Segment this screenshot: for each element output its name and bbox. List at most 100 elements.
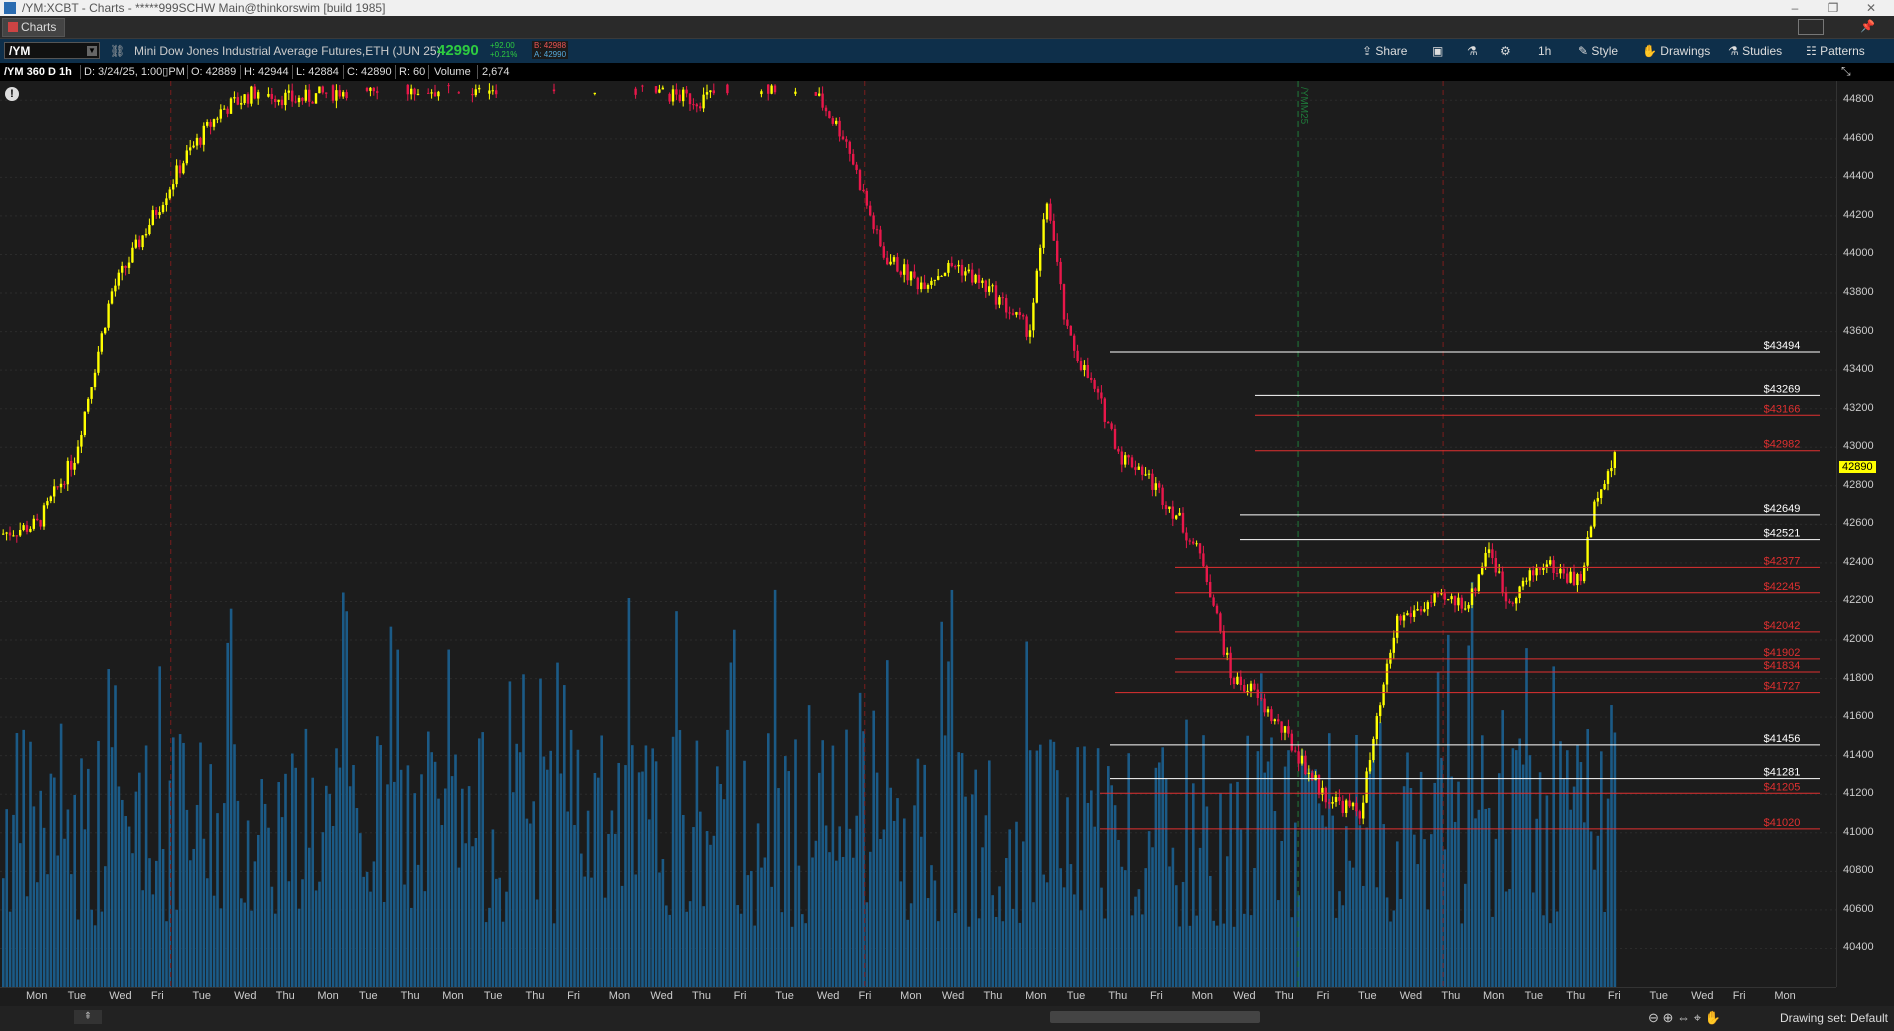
study-name[interactable]: /YM 360 D 1h xyxy=(4,63,72,81)
candle-body xyxy=(998,297,1001,305)
volume-bar xyxy=(491,829,495,987)
volume-bar xyxy=(148,858,151,987)
chart-toolbar: /YM ▼ ⛓ Mini Dow Jones Industrial Averag… xyxy=(0,39,1894,63)
layout-icon[interactable] xyxy=(1798,19,1824,35)
candle-body xyxy=(920,282,923,290)
candle-body xyxy=(223,108,226,110)
gear-icon[interactable]: ⚙ xyxy=(1500,43,1511,59)
style-button[interactable]: ✎ Style xyxy=(1578,43,1618,59)
volume-bar xyxy=(1079,910,1083,987)
price-axis[interactable]: 40400 40600 40800 41000 41200 41400 41600 41800… xyxy=(1836,64,1894,987)
maximize-button[interactable]: ❐ xyxy=(1818,0,1848,16)
horizontal-scrollbar[interactable] xyxy=(1050,1011,1260,1023)
volume-bar xyxy=(1294,822,1297,987)
patterns-button[interactable]: ☷ Patterns xyxy=(1806,43,1865,59)
zoom-out-icon[interactable]: ⊖ xyxy=(1648,1010,1659,1025)
price-level-label: $41902 xyxy=(1764,647,1801,659)
time-axis[interactable]: Mon Tue Wed Fri Tue Wed Thu Mon Tue Thu Mon Tue Thu F… xyxy=(0,987,1836,1007)
minimize-button[interactable]: – xyxy=(1780,0,1810,16)
volume-bar xyxy=(682,815,685,987)
volume-bar xyxy=(73,794,76,987)
chart-plot-area[interactable]: /YMM25 $43494 $43269 $43166 $42982 $42649 $42… xyxy=(0,81,1836,987)
price-tick-label: 42800 xyxy=(1843,478,1874,491)
volume-bar xyxy=(1481,735,1484,987)
share-icon: ⇪ xyxy=(1362,44,1376,58)
fit-icon[interactable]: ⇔ xyxy=(1677,1010,1690,1025)
candle-body xyxy=(974,274,977,283)
price-tick-label: 40800 xyxy=(1843,864,1874,877)
volume-bar xyxy=(1566,750,1569,987)
studies-button[interactable]: ⚗ Studies xyxy=(1728,43,1782,59)
volume-bar xyxy=(1409,788,1413,987)
candle-body xyxy=(1168,506,1171,509)
share-button[interactable]: ⇪ Share xyxy=(1362,43,1407,59)
drawings-button[interactable]: ✋ Drawings xyxy=(1642,43,1710,59)
volume-bar xyxy=(1066,797,1069,987)
collapse-panel-icon[interactable]: ⇞ xyxy=(74,1010,102,1024)
volume-bar xyxy=(36,882,39,987)
volume-bar xyxy=(1321,815,1324,987)
chevron-down-icon[interactable]: ▼ xyxy=(87,46,97,56)
volume-bar xyxy=(63,838,66,987)
volume-bar xyxy=(1090,790,1093,987)
volume-bar xyxy=(1287,750,1290,987)
candle-body xyxy=(284,92,287,106)
time-tick-label: Fri xyxy=(858,990,872,1002)
volume-bar xyxy=(1328,733,1331,987)
price-level-label: $42521 xyxy=(1764,528,1801,540)
candle-body xyxy=(131,247,134,263)
volume-value: 2,674 xyxy=(482,66,510,78)
link-icon[interactable]: ⛓ xyxy=(110,44,125,58)
volume-bar xyxy=(1110,785,1113,987)
candle-body xyxy=(1467,604,1470,609)
bar-close: C: 42890 xyxy=(347,66,392,78)
candle-body xyxy=(148,224,151,235)
symbol-input[interactable]: /YM ▼ xyxy=(4,42,100,59)
pan-icon[interactable]: ✋ xyxy=(1705,1010,1721,1025)
expand-icon[interactable]: ⤡ xyxy=(1841,64,1851,79)
volume-bar xyxy=(583,876,586,987)
volume-bar xyxy=(488,907,491,987)
volume-bar xyxy=(512,792,515,987)
price-tick-label: 43200 xyxy=(1843,401,1874,414)
zoom-in-icon[interactable]: ⊕ xyxy=(1663,1010,1674,1025)
volume-bar xyxy=(155,860,158,987)
current-price-tag: 42890 xyxy=(1839,461,1876,474)
volume-bar xyxy=(80,758,83,987)
volume-bar xyxy=(1147,831,1151,987)
tab-charts[interactable]: Charts xyxy=(2,18,66,37)
price-tick-label: 44400 xyxy=(1843,170,1874,183)
price-chart-svg[interactable]: /YMM25 $43494 $43269 $43166 $42982 $42649 $42… xyxy=(0,81,1836,987)
volume-bar xyxy=(1379,722,1382,987)
volume-bar xyxy=(1215,925,1219,987)
volume-bar xyxy=(675,611,678,987)
drawing-set[interactable]: Drawing set: Default xyxy=(1780,1011,1888,1025)
crosshair-icon[interactable]: ⌖ xyxy=(1694,1010,1701,1025)
candle-body xyxy=(661,87,664,90)
volume-bar xyxy=(1474,818,1477,987)
candle-body xyxy=(821,93,824,108)
volume-label[interactable]: Volume xyxy=(434,63,471,81)
price-level-label: $43269 xyxy=(1764,383,1801,395)
pin-icon[interactable]: 📌 xyxy=(1860,19,1875,33)
volume-bar xyxy=(1236,781,1239,987)
candle-body xyxy=(1028,330,1032,337)
flask-icon[interactable]: ⚗ xyxy=(1467,43,1478,59)
volume-bar xyxy=(1039,744,1042,987)
volume-bar xyxy=(335,748,338,987)
candle-body xyxy=(933,279,936,281)
volume-bar xyxy=(1161,747,1164,987)
candle-body xyxy=(1260,698,1263,700)
close-button[interactable]: ✕ xyxy=(1856,0,1886,16)
volume-bar xyxy=(875,772,879,987)
price-tick-label: 40400 xyxy=(1843,941,1874,954)
interval-button[interactable]: 1h xyxy=(1538,43,1551,59)
candle-body xyxy=(1178,512,1181,516)
alert-icon[interactable]: ! xyxy=(5,87,19,101)
volume-bar xyxy=(532,801,535,987)
candle-body xyxy=(634,88,637,95)
time-tick-label: Tue xyxy=(775,990,794,1002)
volume-bar xyxy=(311,777,314,987)
snapshot-icon[interactable]: ▣ xyxy=(1432,43,1443,59)
candle-body xyxy=(1586,537,1589,566)
